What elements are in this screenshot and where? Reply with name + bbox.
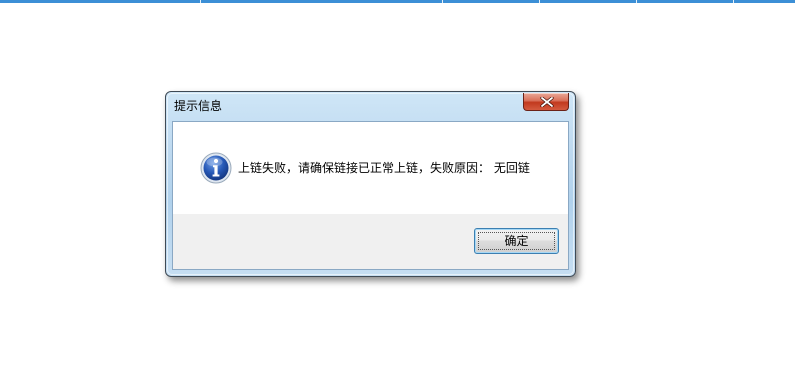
message-dialog: 提示信息 上链失败，请确保链接已正常上链，失败原因： 无回链 确定	[165, 91, 576, 277]
info-icon	[200, 152, 232, 184]
dialog-titlebar[interactable]: 提示信息	[166, 92, 575, 120]
dialog-message: 上链失败，请确保链接已正常上链，失败原因： 无回链	[238, 161, 530, 175]
top-accent-strip	[0, 0, 795, 3]
dialog-title: 提示信息	[174, 99, 223, 113]
strip-separator	[539, 0, 540, 3]
ok-button[interactable]: 确定	[474, 228, 559, 254]
strip-separator	[442, 0, 443, 3]
message-area: 上链失败，请确保链接已正常上链，失败原因： 无回链	[173, 122, 568, 214]
strip-separator	[200, 0, 201, 3]
close-button[interactable]	[523, 93, 569, 111]
strip-separator	[636, 0, 637, 3]
close-icon	[540, 97, 554, 107]
ok-button-label: 确定	[504, 234, 529, 248]
strip-separator	[733, 0, 734, 3]
dialog-client-area: 上链失败，请确保链接已正常上链，失败原因： 无回链 确定	[172, 121, 569, 270]
